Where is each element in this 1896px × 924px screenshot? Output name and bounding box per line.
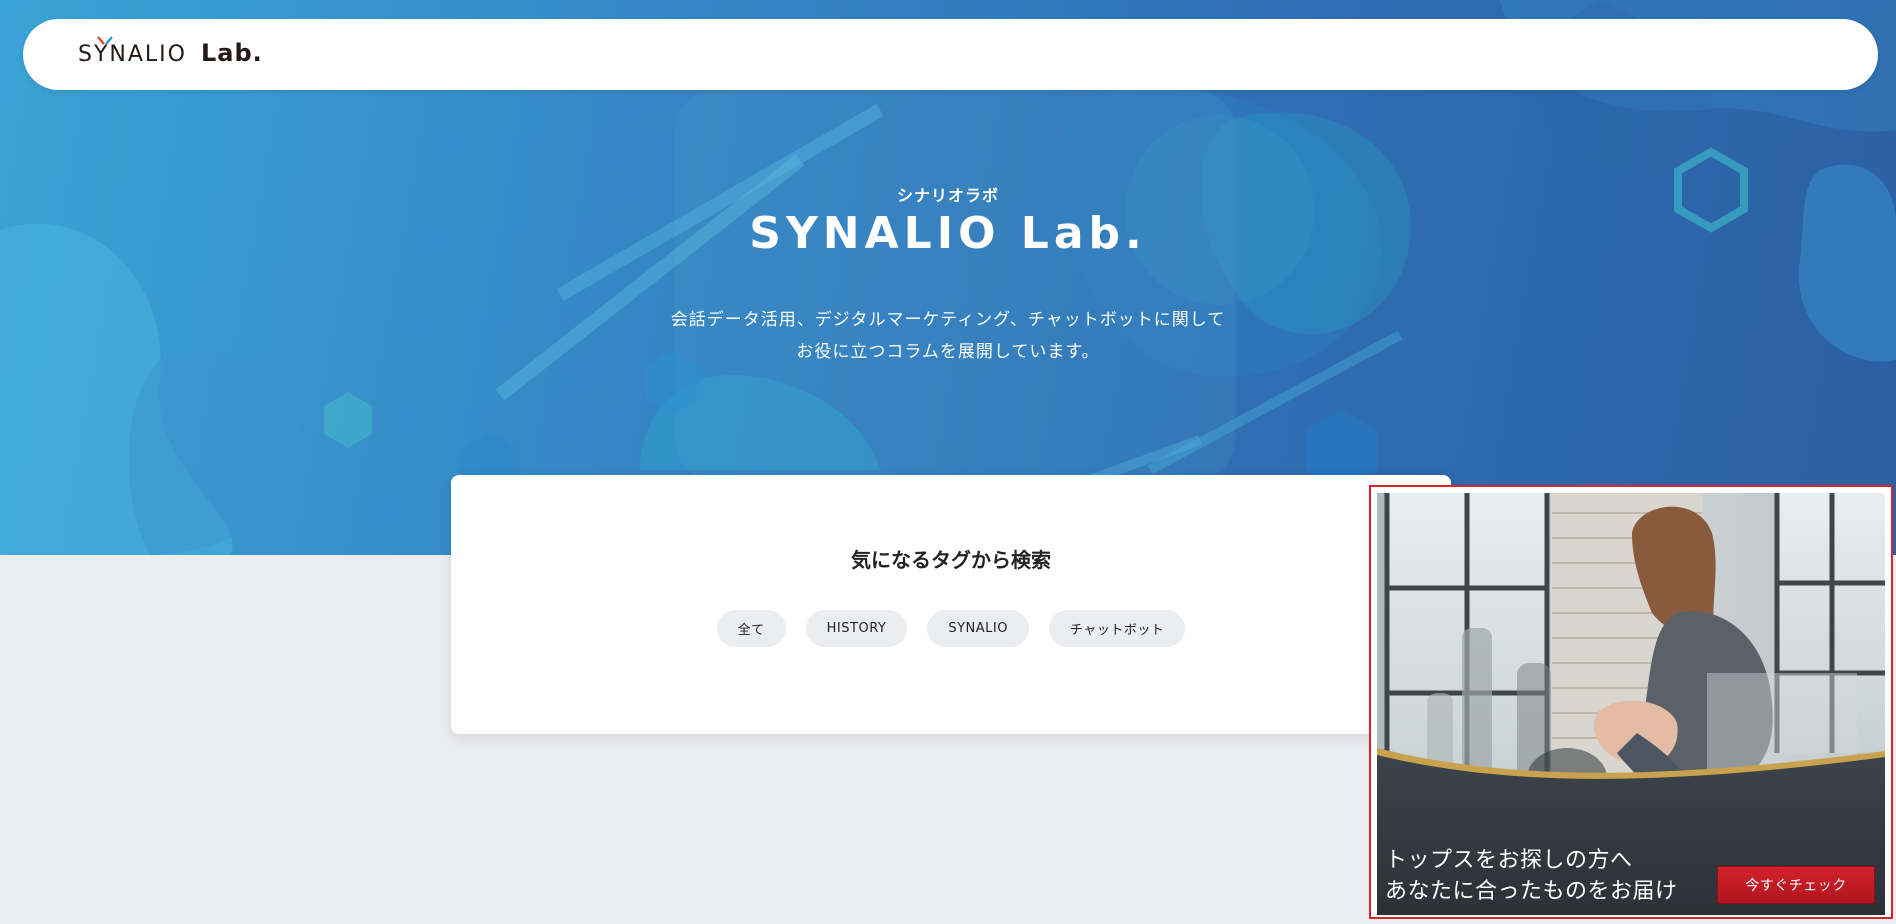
- logo-synalio-text: SYNALIO: [78, 42, 187, 67]
- site-logo[interactable]: SYNALIO Lab.: [78, 36, 263, 67]
- tag-all[interactable]: 全て: [716, 610, 786, 647]
- logo-accent-icon: [97, 36, 113, 45]
- tag-chatbot[interactable]: チャットボット: [1048, 610, 1186, 647]
- hero-kana: シナリオラボ: [896, 186, 999, 205]
- tag-history[interactable]: HISTORY: [805, 610, 908, 647]
- page-title: SYNALIO Lab.: [749, 208, 1147, 259]
- hero-description: 会話データ活用、デジタルマーケティング、チャットボットに関して お役に立つコラム…: [0, 304, 1896, 368]
- tag-search-heading: 気になるタグから検索: [851, 548, 1051, 572]
- ad-photo[interactable]: トップスをお探しの方へ あなたに合ったものをお届け 今すぐチェック: [1377, 493, 1885, 915]
- ad-copy-line: あなたに合ったものをお届け: [1385, 879, 1678, 904]
- hero-description-line: お役に立つコラムを展開しています。: [796, 342, 1100, 362]
- hero-description-line: 会話データ活用、デジタルマーケティング、チャットボットに関して: [670, 310, 1226, 330]
- tag-synalio[interactable]: SYNALIO: [927, 610, 1029, 647]
- tag-search-card: 気になるタグから検索 全て HISTORY SYNALIO チャットボット: [451, 475, 1451, 734]
- page: SYNALIO Lab. シナリオラボ SYNALIO Lab. 会話データ活用…: [0, 0, 1896, 924]
- ad-banner[interactable]: トップスをお探しの方へ あなたに合ったものをお届け 今すぐチェック: [1369, 485, 1893, 919]
- ad-copy-line: トップスをお探しの方へ: [1385, 848, 1633, 873]
- site-header: SYNALIO Lab.: [23, 19, 1878, 90]
- logo-lab-text: Lab.: [200, 39, 263, 67]
- tag-list: 全て HISTORY SYNALIO チャットボット: [451, 610, 1451, 647]
- ad-copy: トップスをお探しの方へ あなたに合ったものをお届け: [1385, 845, 1678, 907]
- ad-cta-button[interactable]: 今すぐチェック: [1717, 866, 1875, 904]
